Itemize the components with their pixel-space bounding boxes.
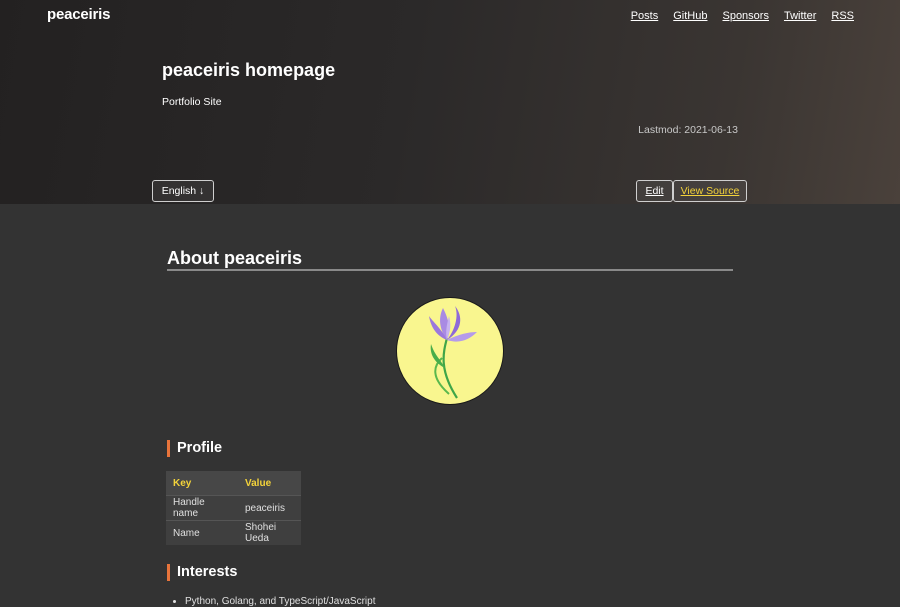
nav-link-github[interactable]: GitHub [673,10,707,22]
about-heading: About peaceiris [167,247,733,271]
view-source-button[interactable]: View Source [673,180,747,202]
table-header-key: Key [166,471,238,496]
nav-link-sponsors[interactable]: Sponsors [722,10,768,22]
table-header-value: Value [238,471,301,496]
nav-link-twitter[interactable]: Twitter [784,10,816,22]
page-title: peaceiris homepage [162,60,336,80]
nav-link-rss[interactable]: RSS [831,10,854,22]
nav-link-posts[interactable]: Posts [631,10,659,22]
table-row: Handle name peaceiris [166,495,301,521]
table-header-row: Key Value [166,471,301,496]
interests-list: Python, Golang, and TypeScript/JavaScrip… [167,596,375,607]
table-cell: Shohei Ueda [238,520,301,545]
iris-flower-icon [429,306,477,399]
edit-button[interactable]: Edit [636,180,673,202]
lastmod-date: Lastmod: 2021-06-13 [638,124,738,136]
hero-banner: peaceiris Posts GitHub Sponsors Twitter … [0,0,900,204]
page-subtitle: Portfolio Site [162,96,222,108]
profile-heading: Profile [167,440,222,457]
interests-heading: Interests [167,564,237,581]
table-cell: Name [166,520,238,545]
avatar [396,297,504,405]
table-cell: peaceiris [238,495,301,521]
table-cell: Handle name [166,495,238,521]
site-logo[interactable]: peaceiris [47,6,110,23]
profile-table: Key Value Handle name peaceiris Name Sho… [166,471,301,545]
list-item: Python, Golang, and TypeScript/JavaScrip… [185,596,375,607]
top-nav: Posts GitHub Sponsors Twitter RSS [631,10,854,22]
table-row: Name Shohei Ueda [166,520,301,545]
language-select-button[interactable]: English ↓ [152,180,214,202]
